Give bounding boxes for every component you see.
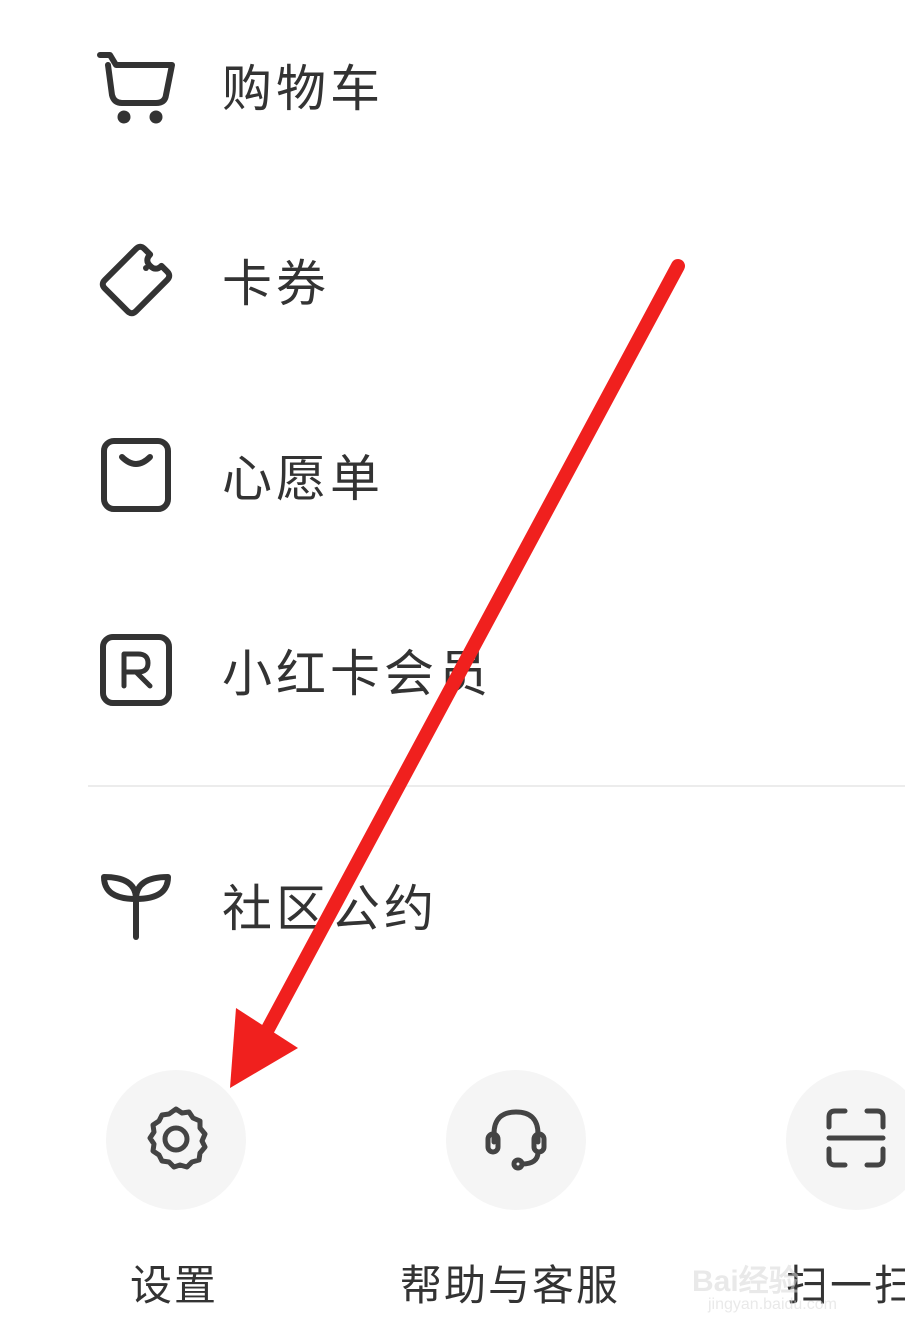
menu-item-label: 社区公约 <box>222 880 438 938</box>
coupon-ticket-icon <box>88 232 184 328</box>
side-menu-page: 购物车 卡券 心愿单 小红卡会员 社区公约 设置 帮助与客服 扫一扫 Bai经验… <box>0 0 905 1335</box>
section-divider <box>88 785 905 787</box>
gear-icon <box>141 1103 211 1177</box>
menu-item-label: 心愿单 <box>222 450 384 508</box>
settings-button[interactable] <box>106 1070 246 1210</box>
watermark-text: Bai经验 <box>692 1265 799 1298</box>
scan-button[interactable] <box>786 1070 905 1210</box>
scan-icon <box>823 1105 889 1175</box>
wishlist-bag-icon <box>88 427 184 523</box>
help-support-label: 帮助与客服 <box>400 1261 621 1310</box>
headset-icon <box>480 1102 552 1178</box>
menu-item-coupons[interactable]: 卡券 <box>0 215 905 345</box>
menu-item-label: 购物车 <box>222 60 384 118</box>
menu-item-label: 小红卡会员 <box>222 645 492 703</box>
menu-item-label: 卡券 <box>222 255 330 313</box>
menu-item-community-guidelines[interactable]: 社区公约 <box>0 840 905 970</box>
settings-label: 设置 <box>130 1261 219 1310</box>
sprout-icon <box>88 857 184 953</box>
menu-item-shopping-cart[interactable]: 购物车 <box>0 20 905 150</box>
menu-item-membership[interactable]: 小红卡会员 <box>0 605 905 735</box>
scan-label: 扫一扫 <box>786 1261 905 1310</box>
membership-r-icon <box>88 622 184 718</box>
menu-item-wishlist[interactable]: 心愿单 <box>0 410 905 540</box>
shopping-cart-icon <box>88 37 184 133</box>
help-support-button[interactable] <box>446 1070 586 1210</box>
arrow-head <box>230 1008 298 1088</box>
